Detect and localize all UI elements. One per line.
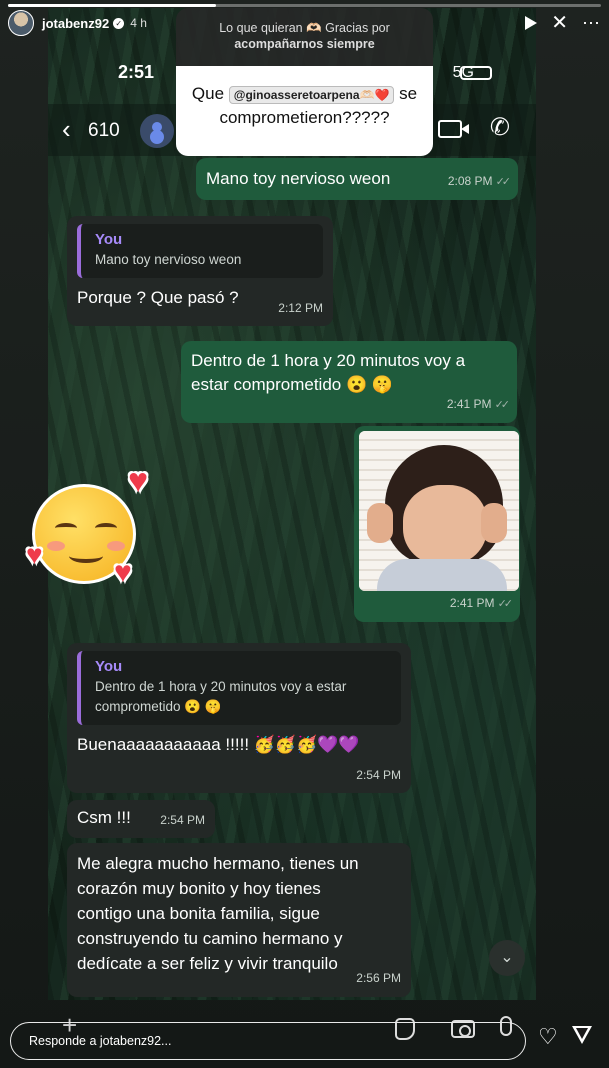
heart-icon: ♥ xyxy=(128,462,149,500)
video-call-icon[interactable] xyxy=(438,120,469,138)
question-text: Que xyxy=(191,84,225,103)
message-text-line: construyendo tu camino hermano y xyxy=(77,929,343,948)
scroll-down-chevron-icon[interactable]: ⌄ xyxy=(489,940,525,976)
back-chevron-icon[interactable]: ‹ xyxy=(62,116,71,142)
contact-avatar[interactable] xyxy=(140,114,174,148)
message-meta: 2:41 PM ✓✓ xyxy=(449,591,514,616)
message-text: Porque ? Que pasó ? xyxy=(77,288,239,307)
smiling-face-with-hearts-sticker: ♥ ♥ ♥ xyxy=(26,462,168,592)
play-icon[interactable] xyxy=(525,16,538,30)
child-photo[interactable] xyxy=(359,431,519,591)
message-incoming: Csm !!! 2:54 PM xyxy=(67,800,215,838)
message-time: 2:12 PM xyxy=(278,301,323,315)
prompt-line: acompañarnos siempre xyxy=(234,37,375,51)
avatar[interactable] xyxy=(8,10,34,36)
story-header: jotabenz92 ✓ 4 h ✕ ⋯ xyxy=(8,10,601,36)
message-incoming: Me alegra mucho hermano, tienes un coraz… xyxy=(67,843,411,997)
close-icon[interactable]: ✕ xyxy=(551,13,568,33)
quoted-reply[interactable]: You Dentro de 1 hora y 20 minutos voy a … xyxy=(77,651,401,725)
message-time: 2:54 PM xyxy=(160,813,205,827)
reply-author: You xyxy=(95,658,123,675)
message-text-line: corazón muy bonito y hoy tienes xyxy=(77,879,321,898)
message-time: 2:41 PM xyxy=(446,397,492,411)
story-progress-bar xyxy=(8,4,601,7)
message-time: 2:54 PM xyxy=(356,768,401,782)
message-outgoing: Mano toy nervioso weon 2:08 PM ✓✓ xyxy=(196,158,518,200)
mention-tag[interactable]: @ginoasseretoarpena🫶🏻❤️ xyxy=(228,86,395,104)
read-ticks-icon: ✓✓ xyxy=(495,176,512,188)
question-answer: Que @ginoasseretoarpena🫶🏻❤️ se compromet… xyxy=(176,66,433,156)
message-outgoing: Dentro de 1 hora y 20 minutos voy a esta… xyxy=(181,341,517,423)
message-incoming: You Dentro de 1 hora y 20 minutos voy a … xyxy=(67,643,411,793)
story-username[interactable]: jotabenz92 xyxy=(42,16,109,31)
message-incoming: You Mano toy nervioso weon Porque ? Que … xyxy=(67,216,333,326)
send-icon[interactable] xyxy=(572,1026,592,1044)
story-time: 4 h xyxy=(130,16,147,30)
heart-icon: ♥ xyxy=(26,539,43,570)
message-text: Csm !!! xyxy=(77,808,131,827)
message-text-line: Me alegra mucho hermano, tienes un xyxy=(77,854,359,873)
message-text-line: Dentro de 1 hora y 20 minutos voy a xyxy=(191,351,466,370)
reply-text-line: comprometido 😮 🤫 xyxy=(95,699,222,714)
message-text: Mano toy nervioso weon xyxy=(206,169,391,188)
question-text: comprometieron????? xyxy=(219,108,390,127)
story-actions: ✕ ⋯ xyxy=(525,13,601,33)
more-options-icon[interactable]: ⋯ xyxy=(582,14,601,32)
quoted-reply[interactable]: You Mano toy nervioso weon xyxy=(77,224,323,278)
read-ticks-icon: ✓✓ xyxy=(497,598,514,610)
message-meta: 2:41 PM ✓✓ xyxy=(446,392,511,417)
battery-icon xyxy=(460,66,492,80)
message-text-line: contigo una bonita familia, sigue xyxy=(77,904,320,923)
reply-author: You xyxy=(95,231,123,248)
unread-count: 610 xyxy=(88,120,120,141)
reply-text: Mano toy nervioso weon xyxy=(95,252,242,267)
phone-call-icon[interactable]: ✆ xyxy=(490,116,510,140)
story-progress-fill xyxy=(8,4,216,7)
message-meta: 2:08 PM ✓✓ xyxy=(447,169,512,194)
verified-badge-icon: ✓ xyxy=(113,17,125,29)
message-time: 2:56 PM xyxy=(356,971,401,985)
like-heart-icon[interactable]: ♡ xyxy=(538,1026,558,1048)
message-text: Buenaaaaaaaaaaa !!!!! 🥳🥳🥳💜💜 xyxy=(77,735,360,754)
message-text-line: dedícate a ser feliz y vivir tranquilo xyxy=(77,954,338,973)
question-text: se xyxy=(399,84,418,103)
heart-icon: ♥ xyxy=(114,556,132,589)
reply-text-line: Dentro de 1 hora y 20 minutos voy a esta… xyxy=(95,679,347,694)
message-time: 2:41 PM xyxy=(449,596,495,610)
message-time: 2:08 PM xyxy=(447,174,493,188)
story-reply-input[interactable]: Responde a jotabenz92... xyxy=(10,1022,526,1060)
read-ticks-icon: ✓✓ xyxy=(494,399,511,411)
status-time: 2:51 xyxy=(118,62,155,82)
